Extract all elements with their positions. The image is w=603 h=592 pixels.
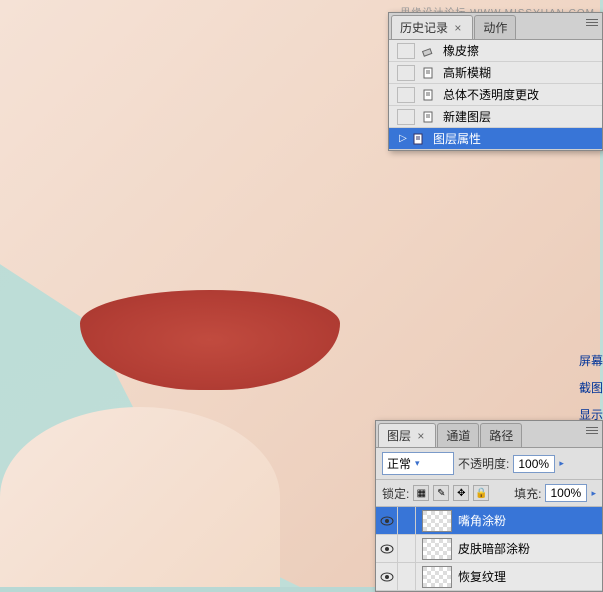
layer-name: 恢复纹理	[458, 568, 506, 585]
lock-move-icon[interactable]: ✥	[453, 485, 469, 501]
chevron-right-icon[interactable]: ▸	[591, 488, 596, 499]
tab-paths[interactable]: 路径	[480, 423, 522, 447]
layers-panel: 图层 × 通道 路径 正常▾ 不透明度: 100% ▸ 锁定: ▦ ✎ ✥ 🔒 …	[375, 420, 603, 592]
photo-shoulder	[0, 407, 280, 587]
close-icon[interactable]: ×	[451, 21, 464, 35]
fill-field[interactable]: 100%	[545, 484, 587, 502]
layer-list: 嘴角涂粉 皮肤暗部涂粉 恢复纹理	[376, 507, 602, 591]
lock-transparency-icon[interactable]: ▦	[413, 485, 429, 501]
lock-brush-icon[interactable]: ✎	[433, 485, 449, 501]
opacity-field[interactable]: 100%	[513, 455, 555, 473]
layer-row[interactable]: 皮肤暗部涂粉	[376, 535, 602, 563]
tab-actions[interactable]: 动作	[474, 15, 516, 39]
history-item[interactable]: 高斯模糊	[389, 62, 602, 84]
history-panel: 历史记录 × 动作 橡皮擦 高斯模糊 总体不透明度更改 新建图层 ▷ 图层属性	[388, 12, 603, 151]
lock-controls: 锁定: ▦ ✎ ✥ 🔒 填充: 100% ▸	[376, 480, 602, 507]
eraser-icon	[419, 42, 437, 60]
current-marker-icon: ▷	[397, 133, 409, 144]
link-cell[interactable]	[398, 507, 416, 535]
history-item[interactable]: 橡皮擦	[389, 40, 602, 62]
history-tabs: 历史记录 × 动作	[389, 13, 602, 40]
fill-label: 填充:	[514, 485, 541, 502]
history-item-selected[interactable]: ▷ 图层属性	[389, 128, 602, 150]
layer-thumbnail[interactable]	[422, 510, 452, 532]
history-item[interactable]: 总体不透明度更改	[389, 84, 602, 106]
tab-channels[interactable]: 通道	[437, 423, 479, 447]
lock-all-icon[interactable]: 🔒	[473, 485, 489, 501]
layers-tabs: 图层 × 通道 路径	[376, 421, 602, 448]
lock-label: 锁定:	[382, 485, 409, 502]
visibility-toggle[interactable]	[376, 535, 398, 563]
page-icon	[419, 64, 437, 82]
panel-menu-icon[interactable]	[584, 15, 600, 29]
tab-layers[interactable]: 图层 ×	[378, 423, 436, 447]
side-labels: 屏幕 截图 显示	[579, 352, 603, 423]
visibility-toggle[interactable]	[376, 563, 398, 591]
layer-row-selected[interactable]: 嘴角涂粉	[376, 507, 602, 535]
chevron-right-icon[interactable]: ▸	[559, 458, 564, 469]
link-cell[interactable]	[398, 535, 416, 563]
history-item[interactable]: 新建图层	[389, 106, 602, 128]
side-label[interactable]: 屏幕	[579, 352, 603, 369]
layer-name: 嘴角涂粉	[458, 512, 506, 529]
page-icon	[419, 86, 437, 104]
layer-name: 皮肤暗部涂粉	[458, 540, 530, 557]
layer-thumbnail[interactable]	[422, 538, 452, 560]
blend-mode-dropdown[interactable]: 正常▾	[382, 452, 454, 475]
blend-controls: 正常▾ 不透明度: 100% ▸	[376, 448, 602, 480]
tab-history[interactable]: 历史记录 ×	[391, 15, 473, 39]
page-icon	[419, 108, 437, 126]
history-list: 橡皮擦 高斯模糊 总体不透明度更改 新建图层 ▷ 图层属性	[389, 40, 602, 150]
visibility-toggle[interactable]	[376, 507, 398, 535]
layer-thumbnail[interactable]	[422, 566, 452, 588]
close-icon[interactable]: ×	[414, 429, 427, 443]
opacity-label: 不透明度:	[458, 455, 509, 472]
side-label[interactable]: 截图	[579, 379, 603, 396]
panel-menu-icon[interactable]	[584, 423, 600, 437]
chevron-down-icon: ▾	[415, 458, 420, 469]
page-icon	[409, 130, 427, 148]
link-cell[interactable]	[398, 563, 416, 591]
